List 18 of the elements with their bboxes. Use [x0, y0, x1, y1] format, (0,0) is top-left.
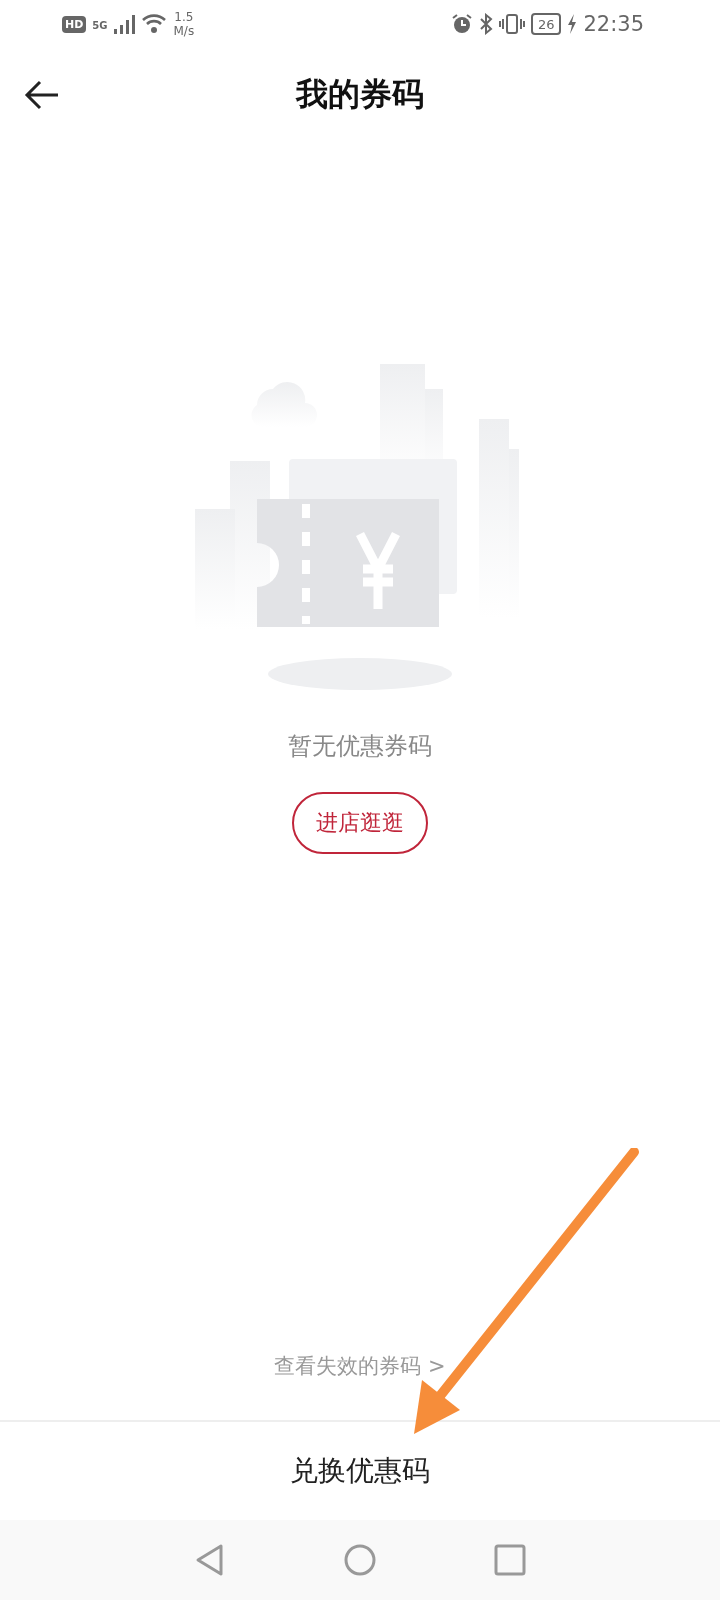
network-speed: 1.5 [174, 10, 194, 24]
speed-unit: M/s [173, 24, 195, 38]
bluetooth-icon [478, 13, 493, 35]
wifi-icon [141, 14, 168, 34]
empty-message: 暂无优惠券码 [288, 731, 432, 762]
clock: 22:35 [583, 12, 644, 36]
recents-icon[interactable] [493, 1543, 527, 1577]
signal-icon [113, 14, 136, 34]
network-type: 5G [92, 20, 108, 31]
vibrate-icon [498, 13, 525, 35]
home-icon[interactable] [343, 1543, 377, 1577]
page-title: 我的券码 [296, 74, 424, 115]
visit-store-button[interactable]: 进店逛逛 [292, 792, 428, 854]
back-icon[interactable] [24, 80, 60, 110]
charging-icon [567, 14, 578, 34]
alarm-icon [450, 13, 473, 35]
hd-badge: HD [62, 15, 87, 33]
battery-level: 26 [537, 16, 555, 32]
